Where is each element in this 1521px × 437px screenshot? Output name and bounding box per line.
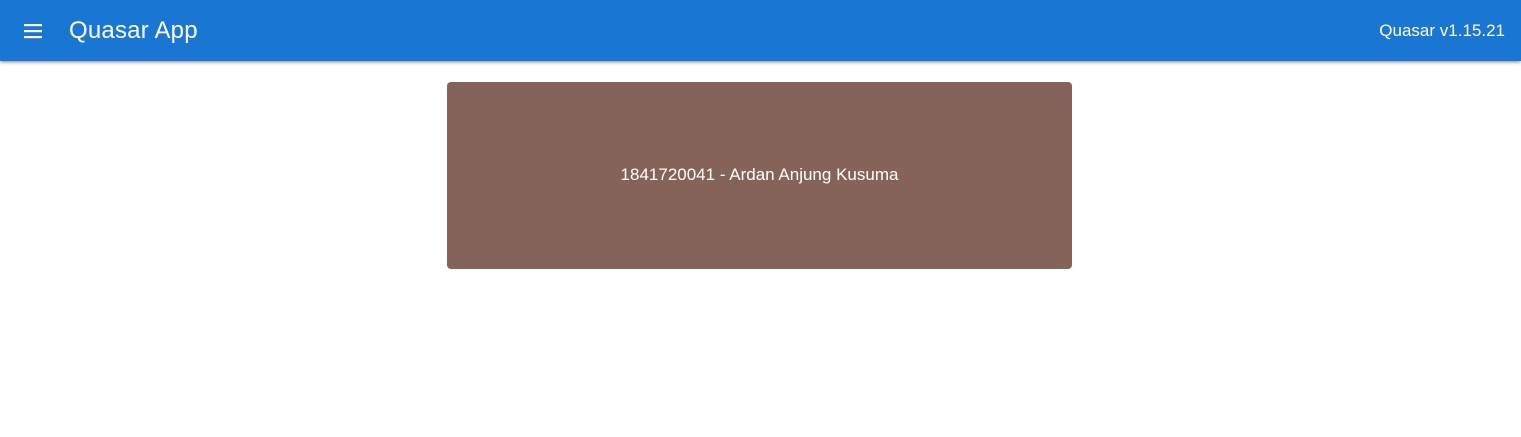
menu-button[interactable] — [12, 10, 54, 52]
profile-card: 1841720041 - Ardan Anjung Kusuma — [447, 82, 1072, 269]
card-text: 1841720041 - Ardan Anjung Kusuma — [620, 164, 899, 184]
menu-icon — [21, 19, 45, 43]
version-label: Quasar v1.15.21 — [1379, 21, 1505, 40]
app-title: Quasar App — [69, 17, 198, 44]
app-header: Quasar App Quasar v1.15.21 — [0, 0, 1521, 61]
